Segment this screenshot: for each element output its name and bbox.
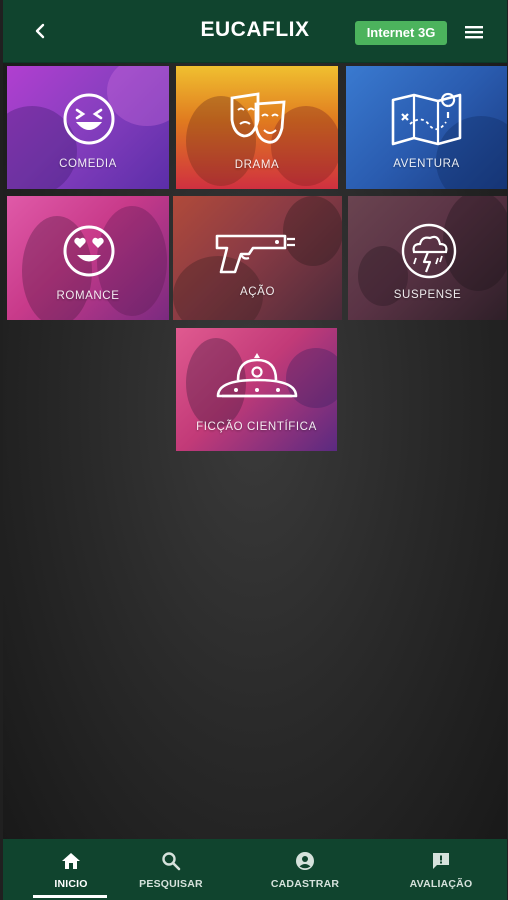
nav-label: CADASTRAR — [270, 878, 340, 890]
category-tile-comedia[interactable]: COMEDIA — [7, 66, 169, 189]
menu-button[interactable] — [461, 20, 487, 44]
category-tile-drama[interactable]: DRAMA — [176, 66, 338, 189]
category-tile-acao[interactable]: AÇÃO — [173, 196, 342, 320]
category-label: FICÇÃO CIENTÍFICA — [196, 421, 317, 433]
category-tile-suspense[interactable]: SUSPENSE — [348, 196, 507, 320]
bottom-navigation: INICIO PESQUISAR CADASTRAR AVALIAÇÃO — [3, 839, 507, 900]
account-circle-icon — [296, 852, 314, 870]
heart-eyes-face-icon — [63, 225, 115, 277]
active-tab-indicator — [33, 895, 107, 898]
feedback-icon — [433, 853, 449, 869]
nav-item-cadastrar[interactable]: CADASTRAR — [255, 839, 355, 900]
laughing-face-icon — [63, 93, 115, 145]
category-tile-aventura[interactable]: AVENTURA — [346, 66, 507, 189]
top-app-bar: EUCAFLIX Internet 3G — [3, 0, 507, 63]
nav-label: AVALIAÇÃO — [409, 878, 473, 890]
category-label: COMEDIA — [59, 158, 117, 170]
category-label: DRAMA — [234, 159, 280, 171]
category-tile-romance[interactable]: ROMANCE — [7, 196, 169, 320]
thunder-cloud-icon — [401, 223, 457, 279]
ufo-icon — [216, 353, 298, 398]
category-label: AVENTURA — [393, 158, 460, 170]
hamburger-menu-icon — [465, 26, 483, 39]
category-tile-ficcao-cientifica[interactable]: FICÇÃO CIENTÍFICA — [176, 328, 337, 451]
nav-item-pesquisar[interactable]: PESQUISAR — [123, 839, 219, 900]
pistol-icon — [215, 234, 295, 274]
nav-label: PESQUISAR — [139, 878, 203, 890]
home-icon — [62, 853, 80, 869]
nav-label: INICIO — [54, 878, 88, 890]
nav-item-avaliacao[interactable]: AVALIAÇÃO — [391, 839, 491, 900]
category-label: ROMANCE — [56, 290, 120, 302]
treasure-map-icon — [391, 92, 462, 146]
category-label: AÇÃO — [240, 286, 275, 298]
category-label: SUSPENSE — [393, 289, 462, 301]
app-screen: EUCAFLIX Internet 3G COMEDIA DRAMA AVENT… — [3, 0, 507, 900]
nav-item-inicio[interactable]: INICIO — [23, 839, 119, 900]
search-icon — [162, 852, 181, 871]
theater-masks-icon — [230, 92, 286, 144]
network-status-badge: Internet 3G — [355, 21, 447, 45]
